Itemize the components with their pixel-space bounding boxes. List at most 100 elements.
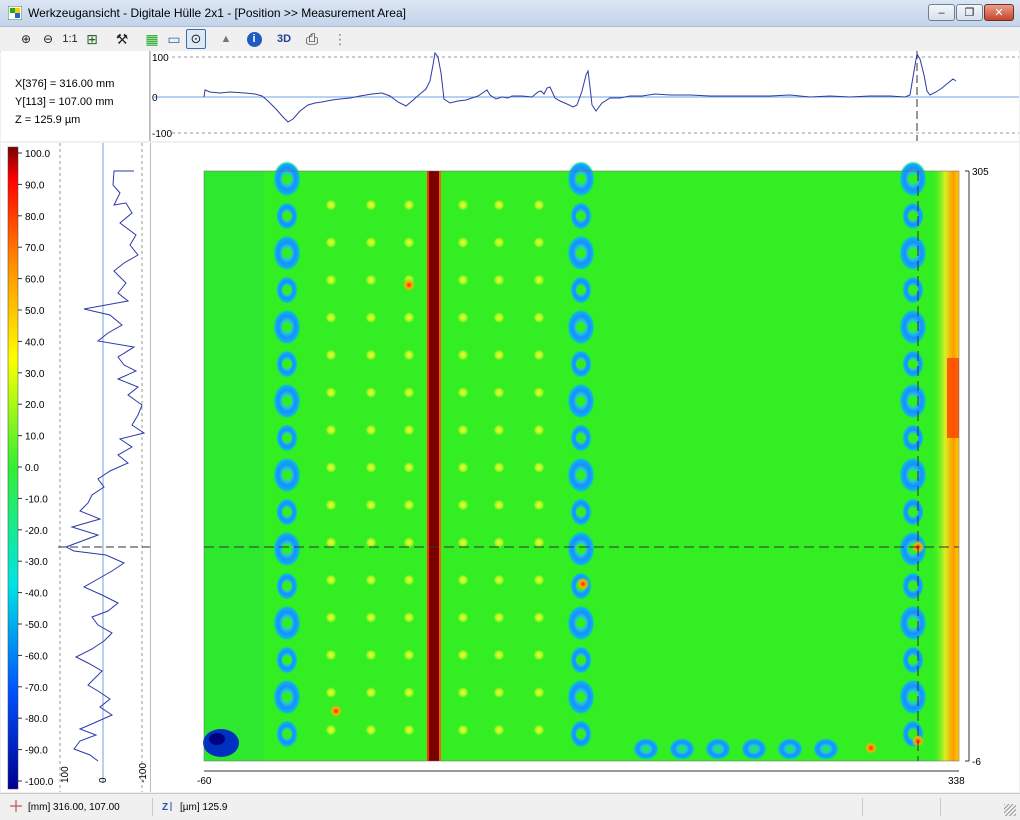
dot-yellow [365,611,377,624]
scale-tick-label: 60.0 [25,275,45,286]
dot-yellow [533,424,545,436]
dot-yellow [533,349,545,361]
hole-center [282,470,292,480]
vertical-profile-chart[interactable]: 100 0 -100 [58,143,150,792]
hole-center [908,211,918,221]
dot-yellow [403,424,415,436]
dot-yellow [533,649,545,661]
fit-view-icon[interactable]: ⊞ [82,29,102,49]
scale-tick-label: 80.0 [25,212,45,223]
dot-yellow [457,499,469,511]
dot-yellow [403,499,415,511]
scale-tick-label: -50.0 [25,620,48,631]
dot-yellow [325,611,337,624]
hole-center [908,396,918,406]
hole-center [908,507,918,517]
scale-tick-label: 90.0 [25,180,45,191]
dot-yellow [325,199,337,211]
minimize-button[interactable]: – [928,4,955,21]
dot-yellow [365,424,377,436]
hole-blue [741,738,767,760]
svg-text:Z: Z [162,802,168,812]
height-map-icon[interactable]: ▦ [142,29,162,49]
close-button[interactable]: ✕ [984,4,1014,21]
window-title: Werkzeugansicht - Digitale Hülle 2x1 - [… [28,6,406,20]
profile-icon[interactable]: ▭ [164,29,184,49]
resize-grip[interactable] [1004,804,1016,816]
status-separator [862,798,863,816]
dot-yellow [365,686,377,699]
color-scale-ticks: 100.0 90.0 80.0 70.0 60.0 50.0 40.0 30.0 20.0 10.… [18,149,54,788]
map-x-max-label: 338 [948,776,965,787]
dot-red [576,577,590,591]
dot-yellow [403,461,415,474]
height-map-panel[interactable]: -60 338 305 -6 [151,143,1019,792]
scale-tick-label: -30.0 [25,557,48,568]
crosshair-icon [10,800,22,812]
status-bar: [mm] 316.00, 107.00 Z [µm] 125.9 [0,793,1020,820]
cursor-info-panel: X[376] = 316.00 mm Y[113] = 107.00 mm Z … [1,51,150,141]
dot-yellow [403,236,415,249]
hole-center [282,285,292,295]
dot-yellow [533,461,545,474]
status-separator [940,798,941,816]
dot-yellow [533,686,545,699]
dot-yellow [325,349,337,361]
print-icon[interactable]: ⎙ [302,29,322,49]
zoom-out-icon[interactable]: ⊖ [38,29,58,49]
dot-yellow [403,686,415,699]
scale-tick-label: 100.0 [25,149,50,160]
status-position: [mm] 316.00, 107.00 [28,802,120,813]
zoom-1to1-button[interactable]: 1:1 [60,29,80,49]
hole-center [282,729,292,739]
scale-tick-label: 30.0 [25,369,45,380]
hole-blue [669,738,695,760]
dot-yellow [325,424,337,436]
hole-center [282,211,292,221]
info-icon[interactable]: i [244,29,264,49]
dot-yellow [457,349,469,361]
hole-blue [813,738,839,760]
hole-center [282,174,292,184]
status-value: [µm] 125.9 [180,802,228,813]
dot-yellow [403,199,415,211]
dot-yellow [457,311,469,324]
dot-yellow [403,649,415,661]
view-3d-button[interactable]: 3D [272,29,296,49]
dot-yellow [403,349,415,361]
dot-yellow [493,724,505,736]
dot-yellow [533,199,545,211]
dark-red-groove [429,171,439,761]
dot-yellow [457,611,469,624]
hole-center [908,174,918,184]
more-icon[interactable]: ⋮ [330,29,350,49]
dot-red [329,704,343,718]
restore-button[interactable]: ❐ [956,4,983,21]
horizontal-profile-chart[interactable]: 100 0 -100 [149,51,1019,141]
app-icon [8,6,22,20]
hole-center [282,322,292,332]
height-map-view[interactable]: -60 338 305 -6 [151,143,1019,792]
light-icon[interactable]: ▲ [216,29,236,49]
dot-yellow [403,574,415,586]
hole-center [282,507,292,517]
dot-yellow [533,274,545,286]
scale-tick-label: -90.0 [25,746,48,757]
hole-center [908,285,918,295]
hole-center [908,433,918,443]
dot-yellow [365,649,377,661]
horizontal-profile-line [203,51,957,123]
dot-yellow [365,274,377,286]
dot-yellow [457,424,469,436]
dot-red [864,741,878,755]
toolbar: ⊕ ⊖ 1:1 ⊞ ⚒ ▦ ▭ ⊙ ▲ i 3D ⎙ ⋮ [0,27,1020,52]
dot-yellow [403,386,415,399]
tools-icon[interactable]: ⚒ [112,29,132,49]
hole-center [576,692,586,702]
zoom-in-icon[interactable]: ⊕ [16,29,36,49]
vertical-profile-line [64,170,146,762]
horizontal-profile-panel[interactable]: 100 0 -100 [149,51,1019,141]
dot-yellow [457,199,469,211]
vertical-profile-panel[interactable]: 100 0 -100 [58,143,151,792]
position-icon[interactable]: ⊙ [186,29,206,49]
